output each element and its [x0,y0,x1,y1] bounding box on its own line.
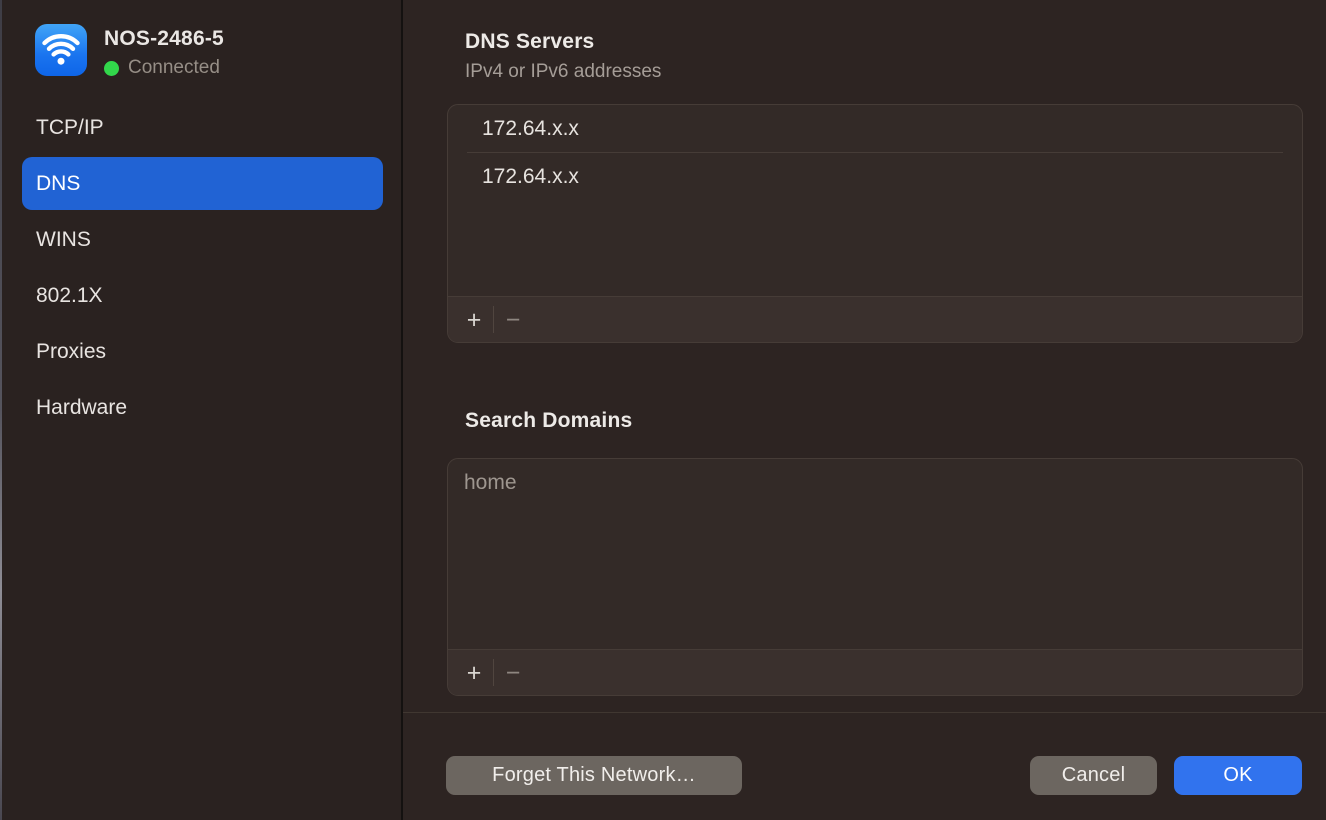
forget-network-button[interactable]: Forget This Network… [446,756,742,795]
network-name: NOS-2486-5 [104,27,224,51]
search-domain-row[interactable]: home [448,459,1302,506]
dns-servers-subtitle: IPv4 or IPv6 addresses [465,61,661,83]
wifi-details-window: NOS-2486-5 Connected TCP/IP DNS WINS 802… [0,0,1326,820]
add-dns-server-button[interactable]: + [455,297,493,343]
add-search-domain-button[interactable]: + [455,650,493,696]
sidebar-item-dns[interactable]: DNS [22,157,383,210]
sidebar-item-wins[interactable]: WINS [22,213,383,266]
search-domains-box: home + − [447,458,1303,696]
dns-servers-list: 172.64.x.x 172.64.x.x [448,105,1302,296]
sidebar: NOS-2486-5 Connected TCP/IP DNS WINS 802… [0,0,401,820]
search-domains-toolbar: + − [448,649,1302,695]
sidebar-item-proxies[interactable]: Proxies [22,325,383,378]
dns-servers-toolbar: + − [448,296,1302,342]
desktop-edge [0,0,2,820]
dns-servers-box: 172.64.x.x 172.64.x.x + − [447,104,1303,343]
search-domains-list: home [448,459,1302,649]
sidebar-item-8021x[interactable]: 802.1X [22,269,383,322]
sidebar-item-hardware[interactable]: Hardware [22,381,383,434]
cancel-button[interactable]: Cancel [1030,756,1157,795]
remove-dns-server-button[interactable]: − [494,297,532,343]
status-dot-icon [104,61,119,76]
status-text: Connected [128,57,220,79]
dns-servers-title: DNS Servers [465,30,594,54]
dns-server-row[interactable]: 172.64.x.x [448,153,1302,200]
search-domains-title: Search Domains [465,409,632,433]
wifi-icon [35,24,87,76]
remove-search-domain-button[interactable]: − [494,650,532,696]
dns-server-row[interactable]: 172.64.x.x [448,105,1302,152]
sidebar-nav: TCP/IP DNS WINS 802.1X Proxies Hardware [22,101,383,437]
footer-divider [403,712,1326,713]
ok-button[interactable]: OK [1174,756,1302,795]
sidebar-divider [401,0,403,820]
network-status: Connected [104,57,220,79]
sidebar-item-tcpip[interactable]: TCP/IP [22,101,383,154]
